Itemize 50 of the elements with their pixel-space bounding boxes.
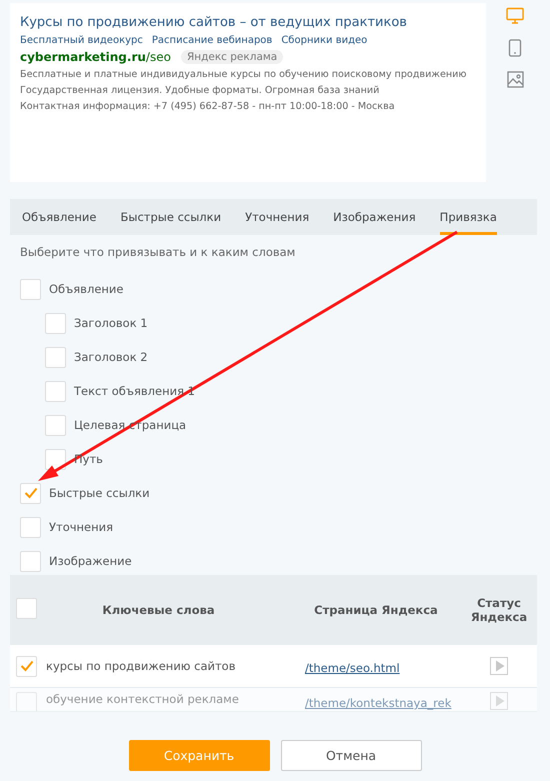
checkbox[interactable]	[45, 414, 66, 436]
cancel-button[interactable]: Отмена	[280, 740, 422, 771]
ad-text: Бесплатные и платные индивидуальные курсы по обучению поисковому продвижению	[20, 69, 468, 80]
ad-text: Государственная лицензия. Удобные форматы. Огромная база знаний	[20, 85, 380, 96]
tab[interactable]: Изображения	[333, 199, 416, 235]
checkbox[interactable]	[45, 448, 66, 470]
checkbox[interactable]	[45, 380, 66, 402]
sitelink[interactable]: Расписание вебинаров	[152, 35, 272, 46]
sitelink[interactable]: Сборники видео	[281, 35, 368, 46]
play-button[interactable]	[490, 692, 508, 710]
tab[interactable]: Объявление	[22, 199, 96, 235]
column-header: Статус Яндекса	[470, 596, 528, 624]
tab[interactable]: Быстрые ссылки	[120, 199, 222, 235]
phone-icon[interactable]	[508, 39, 522, 57]
select-all-checkbox[interactable]	[16, 598, 37, 618]
image-icon[interactable]	[506, 71, 524, 88]
hint-text: Выберите что привязывать и к каким словам	[20, 245, 296, 259]
ad-url: cybermarketing.ru/seo	[20, 50, 171, 64]
sitelink[interactable]: Бесплатный видеокурс	[20, 35, 143, 46]
check-icon	[20, 660, 34, 672]
checkbox[interactable]	[20, 482, 41, 504]
keyword-cell-text: обучение контекстной рекламе	[46, 692, 240, 706]
checkbox-label: Уточнения	[49, 520, 114, 534]
checkbox[interactable]	[20, 278, 41, 300]
checkbox[interactable]	[20, 550, 41, 572]
checkbox-label: Текст объявления 1	[74, 384, 195, 398]
check-icon	[24, 487, 38, 499]
keyword-cell-text: курсы по продвижению сайтов	[46, 659, 236, 673]
checkbox-label: Объявление	[49, 282, 124, 296]
checkbox[interactable]	[45, 312, 66, 334]
column-header: Страница Яндекса	[313, 603, 439, 617]
ad-label: Яндекс реклама	[180, 50, 284, 64]
column-header: Ключевые слова	[101, 603, 216, 617]
play-button[interactable]	[490, 657, 508, 675]
ad-text: Контактная информация: +7 (495) 662-87-58 - пн-пт 10:00-18:00 - Москва	[20, 101, 396, 112]
checkbox-label: Быстрые ссылки	[49, 486, 150, 500]
tab[interactable]: Уточнения	[245, 199, 310, 235]
checkbox[interactable]	[16, 656, 37, 676]
checkbox-label: Изображение	[49, 554, 132, 568]
checkbox[interactable]	[45, 346, 66, 368]
ad-title: Курсы по продвижению сайтов – от ведущих практиков	[20, 15, 408, 30]
play-icon	[495, 695, 505, 707]
tab[interactable]: Привязка	[440, 199, 497, 235]
checkbox[interactable]	[20, 516, 41, 538]
page-link[interactable]: /theme/seo.html	[305, 660, 400, 674]
checkbox-label: Заголовок 2	[74, 350, 148, 364]
desktop-icon[interactable]	[506, 7, 524, 25]
checkbox-label: Путь	[74, 452, 103, 466]
checkbox-label: Заголовок 1	[74, 316, 148, 330]
play-icon	[495, 660, 505, 672]
